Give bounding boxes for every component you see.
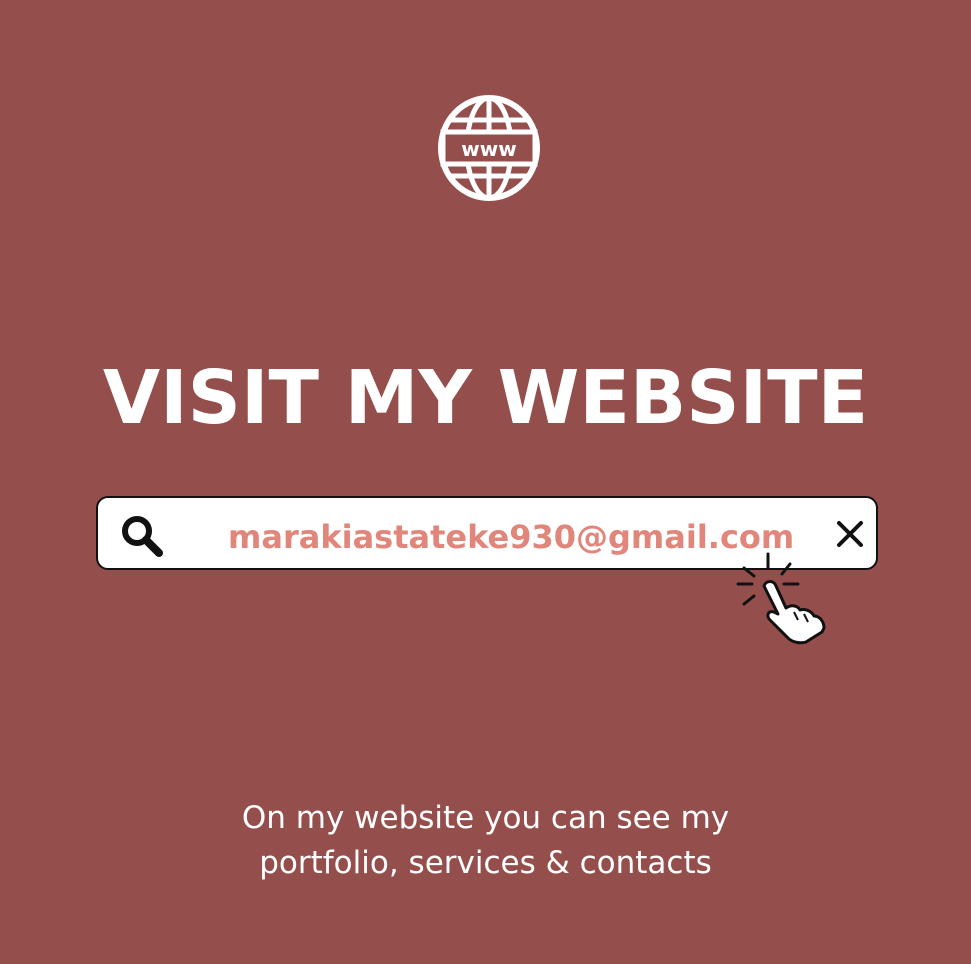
description-line-1: On my website you can see my bbox=[241, 800, 730, 836]
page-title: VISIT MY WEBSITE bbox=[102, 355, 869, 441]
search-input[interactable]: marakiastateke930@gmail.com bbox=[228, 498, 794, 568]
close-icon[interactable] bbox=[836, 520, 864, 548]
description-text: On my website you can see my portfolio, … bbox=[0, 796, 971, 886]
www-globe-icon: www bbox=[438, 95, 540, 201]
search-icon[interactable] bbox=[120, 514, 164, 558]
description-line-2: portfolio, services & contacts bbox=[259, 845, 712, 881]
hand-pointer-click-icon bbox=[736, 552, 826, 645]
globe-label: www bbox=[461, 137, 516, 161]
